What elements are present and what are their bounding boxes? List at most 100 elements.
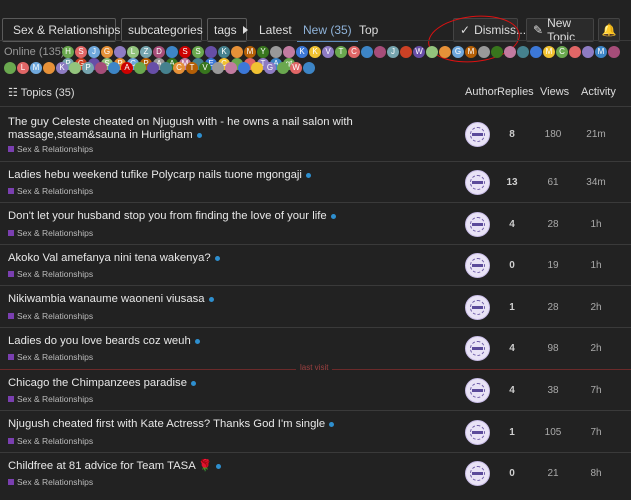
author-avatar[interactable]	[465, 378, 490, 403]
online-user-avatar[interactable]: K	[218, 46, 230, 58]
online-user-avatar[interactable]: A	[121, 62, 133, 74]
nav-top[interactable]: Top	[359, 18, 378, 42]
online-user-avatar[interactable]	[205, 46, 217, 58]
online-user-avatar[interactable]: G	[452, 46, 464, 58]
online-user-avatar[interactable]	[43, 62, 55, 74]
online-user-avatar[interactable]	[582, 46, 594, 58]
online-user-avatar[interactable]: G	[264, 62, 276, 74]
activity-time[interactable]: 7h	[582, 427, 610, 438]
topic-category[interactable]: Sex & Relationships	[8, 436, 93, 446]
topics-heading[interactable]: ☷ Topics (35)	[8, 86, 75, 99]
topic-title-link[interactable]: Childfree at 81 advice for Team TASA 🌹	[8, 460, 222, 473]
online-user-avatar[interactable]	[166, 46, 178, 58]
online-user-avatar[interactable]	[361, 46, 373, 58]
topic-row[interactable]: Ladies hebu weekend tufike Polycarp nail…	[0, 162, 631, 203]
category-dropdown[interactable]: Sex & Relationships	[2, 18, 132, 42]
online-user-avatar[interactable]: M	[543, 46, 555, 58]
topic-title-link[interactable]: Njugush cheated first with Kate Actress?…	[8, 418, 335, 431]
topic-row[interactable]: Njugush cheated first with Kate Actress?…	[0, 411, 631, 453]
online-user-avatar[interactable]: S	[192, 46, 204, 58]
online-user-avatar[interactable]	[504, 46, 516, 58]
online-user-avatar[interactable]: Z	[140, 46, 152, 58]
online-user-avatar[interactable]: J	[387, 46, 399, 58]
topic-title-link[interactable]: Nikiwambia wanaume waoneni viusasa	[8, 293, 214, 306]
author-avatar[interactable]	[465, 212, 490, 237]
activity-time[interactable]: 2h	[582, 343, 610, 354]
online-user-avatar[interactable]	[225, 62, 237, 74]
online-user-avatar[interactable]	[283, 46, 295, 58]
topic-title-link[interactable]: Ladies hebu weekend tufike Polycarp nail…	[8, 169, 311, 182]
online-user-avatar[interactable]	[608, 46, 620, 58]
activity-time[interactable]: 8h	[582, 468, 610, 479]
author-avatar[interactable]	[465, 461, 490, 486]
online-user-avatar[interactable]	[569, 46, 581, 58]
topic-category[interactable]: Sex & Relationships	[8, 228, 93, 238]
topic-title-link[interactable]: The guy Celeste cheated on Njugush with …	[8, 116, 463, 142]
online-user-avatar[interactable]	[303, 62, 315, 74]
online-user-avatar[interactable]	[517, 46, 529, 58]
activity-time[interactable]: 1h	[582, 260, 610, 271]
online-user-avatar[interactable]: H	[62, 46, 74, 58]
author-avatar[interactable]	[465, 122, 490, 147]
online-user-avatar[interactable]	[251, 62, 263, 74]
online-user-avatar[interactable]: C	[348, 46, 360, 58]
nav-latest[interactable]: Latest	[259, 18, 292, 42]
online-user-avatar[interactable]	[134, 62, 146, 74]
topic-category[interactable]: Sex & Relationships	[8, 311, 93, 321]
online-user-avatar[interactable]	[231, 46, 243, 58]
online-user-avatar[interactable]: W	[413, 46, 425, 58]
activity-time[interactable]: 7h	[582, 385, 610, 396]
online-user-avatar[interactable]	[400, 46, 412, 58]
online-user-avatar[interactable]: T	[335, 46, 347, 58]
col-views[interactable]: Views	[540, 86, 569, 98]
online-user-avatar[interactable]	[95, 62, 107, 74]
online-user-avatar[interactable]: L	[127, 46, 139, 58]
topic-title-link[interactable]: Akoko Val amefanya nini tena wakenya?	[8, 252, 220, 265]
online-user-avatar[interactable]	[439, 46, 451, 58]
online-user-avatar[interactable]: S	[75, 46, 87, 58]
tags-dropdown[interactable]: tags	[207, 18, 248, 42]
online-user-avatar[interactable]: K	[296, 46, 308, 58]
online-user-avatar[interactable]	[212, 62, 224, 74]
topic-category[interactable]: Sex & Relationships	[8, 144, 93, 154]
online-user-avatar[interactable]	[108, 62, 120, 74]
online-user-avatar[interactable]	[270, 46, 282, 58]
topic-category[interactable]: Sex & Relationships	[8, 477, 93, 487]
topic-title-link[interactable]: Ladies do you love beards coz weuh	[8, 335, 200, 348]
topic-row[interactable]: Don't let your husband stop you from fin…	[0, 203, 631, 245]
online-user-avatar[interactable]: M	[30, 62, 42, 74]
author-avatar[interactable]	[465, 253, 490, 278]
online-user-avatar[interactable]: V	[322, 46, 334, 58]
online-user-avatar[interactable]: S	[179, 46, 191, 58]
online-user-avatar[interactable]: V	[199, 62, 211, 74]
activity-time[interactable]: 1h	[582, 219, 610, 230]
online-user-avatar[interactable]	[238, 62, 250, 74]
topic-row[interactable]: Akoko Val amefanya nini tena wakenya? Se…	[0, 245, 631, 286]
col-author[interactable]: Author	[465, 86, 497, 98]
online-user-avatar[interactable]	[69, 62, 81, 74]
online-user-avatar[interactable]: M	[595, 46, 607, 58]
online-user-avatar[interactable]	[478, 46, 490, 58]
topic-row[interactable]: The guy Celeste cheated on Njugush with …	[0, 106, 631, 162]
online-user-avatar[interactable]: T	[186, 62, 198, 74]
online-user-avatar[interactable]: C	[556, 46, 568, 58]
online-user-avatar[interactable]	[530, 46, 542, 58]
online-user-avatar[interactable]: G	[101, 46, 113, 58]
author-avatar[interactable]	[465, 295, 490, 320]
topic-category[interactable]: Sex & Relationships	[8, 186, 93, 196]
subcategories-dropdown[interactable]: subcategories	[121, 18, 214, 42]
nav-new[interactable]: New (35)	[297, 18, 358, 42]
online-user-avatar[interactable]: M	[244, 46, 256, 58]
topic-row[interactable]: Childfree at 81 advice for Team TASA 🌹 S…	[0, 453, 631, 494]
online-user-avatar[interactable]: K	[309, 46, 321, 58]
online-user-avatar[interactable]	[147, 62, 159, 74]
online-user-avatar[interactable]: D	[153, 46, 165, 58]
online-user-avatar[interactable]: K	[56, 62, 68, 74]
author-avatar[interactable]	[465, 336, 490, 361]
online-user-avatar[interactable]: Y	[257, 46, 269, 58]
notifications-button[interactable]: 🔔	[598, 18, 620, 42]
online-user-avatar[interactable]	[160, 62, 172, 74]
col-replies[interactable]: Replies	[497, 86, 534, 98]
online-user-avatar[interactable]: W	[290, 62, 302, 74]
online-user-avatar[interactable]: M	[465, 46, 477, 58]
